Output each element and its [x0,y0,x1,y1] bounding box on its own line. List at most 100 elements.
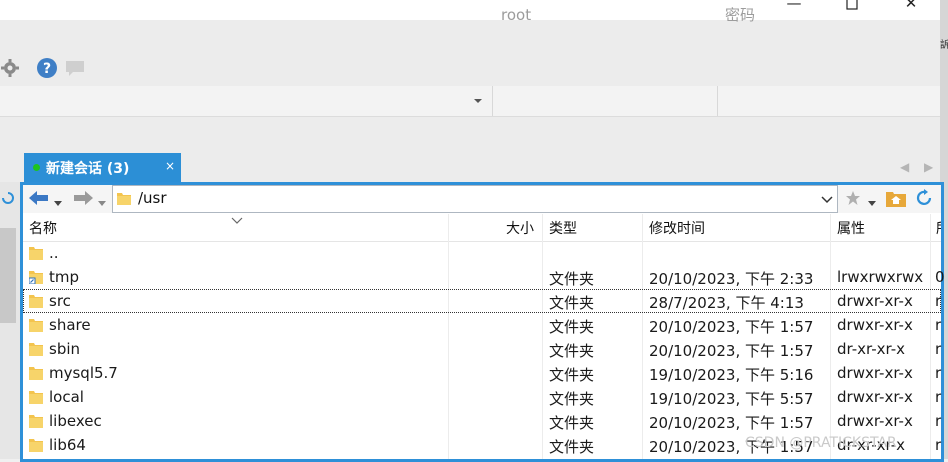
column-header-attributes[interactable]: 属性 [837,218,865,238]
minimize-button[interactable]: — [782,0,806,12]
file-extra: r [935,364,942,382]
forward-history-dropdown-icon[interactable] [98,195,106,211]
file-attributes: drwxr-xr-x [837,412,913,430]
back-arrow-icon[interactable] [28,190,50,210]
file-modified: 19/10/2023, 下午 5:57 [649,390,814,408]
watermark: CSDN @PRATICKSTAR [745,435,897,451]
file-name: local [49,388,84,406]
help-icon[interactable]: ? [36,57,58,83]
file-row[interactable]: tmp 文件夹 20/10/2023, 下午 2:33 lrwxrwxrwx 0 [23,265,945,289]
home-folder-icon[interactable] [886,189,906,211]
file-name: lib64 [49,436,86,454]
file-name: libexec [49,412,102,430]
file-name: mysql5.7 [49,364,118,382]
file-name: .. [49,244,59,262]
path-folder-icon [117,191,131,209]
file-extra: r [935,292,942,310]
file-type: 文件夹 [549,414,595,432]
folder-icon [29,246,43,260]
file-attributes: drwxr-xr-x [837,316,913,334]
file-name: src [49,292,71,310]
file-name: tmp [49,268,80,286]
column-header-type[interactable]: 类型 [549,218,577,238]
folder-icon [29,294,43,308]
folder-icon [29,342,43,356]
column-header-size[interactable]: 大小 [506,218,534,238]
file-row[interactable]: share 文件夹 20/10/2023, 下午 1:57 drwxr-xr-x r [23,313,941,337]
file-row[interactable]: libexec 文件夹 20/10/2023, 下午 1:57 drwxr-xr-x r [23,409,941,433]
file-row[interactable]: mysql5.7 文件夹 19/10/2023, 下午 5:16 drwxr-xr-x… [23,361,941,385]
path-input[interactable] [112,185,838,213]
close-window-button[interactable]: ✕ [899,0,923,12]
file-extra: r [935,340,942,358]
folder-icon [29,390,43,404]
file-row[interactable]: src 文件夹 28/7/2023, 下午 4:13 drwxr-xr-x r [23,289,941,313]
file-attributes: lrwxrwxrwx [837,268,924,286]
field-divider [717,86,718,116]
file-name: share [49,316,91,334]
host-dropdown-icon[interactable] [473,94,483,110]
svg-text:?: ? [43,61,51,77]
left-scrollbar-thumb[interactable] [0,228,16,323]
connection-status-dot [33,164,40,171]
message-icon[interactable] [64,59,86,83]
file-attributes: drwxr-xr-x [837,292,913,310]
file-modified: 20/10/2023, 下午 1:57 [649,318,814,336]
file-attributes: drwxr-xr-x [837,364,913,382]
forward-arrow-icon[interactable] [72,190,94,210]
file-type: 文件夹 [549,294,595,312]
folder-icon [29,414,43,428]
folder-shortcut-icon [28,270,43,285]
folder-icon [29,438,43,452]
file-modified: 19/10/2023, 下午 5:16 [649,366,814,384]
password-field[interactable]: 密码 [725,0,755,30]
file-name: sbin [49,340,81,358]
file-modified: 20/10/2023, 下午 1:57 [649,342,814,360]
tab-scroll-right-icon[interactable]: ▶ [924,160,933,174]
file-row[interactable]: .. [23,241,941,265]
left-refresh-icon[interactable] [0,190,14,210]
file-row[interactable]: local 文件夹 19/10/2023, 下午 5:57 drwxr-xr-x r [23,385,941,409]
toolbar [0,20,940,86]
file-type: 文件夹 [549,342,595,360]
folder-icon [29,366,43,380]
file-modified: 28/7/2023, 下午 4:13 [649,294,804,312]
bookmark-dropdown-icon[interactable] [868,195,876,211]
file-extra: r [935,436,942,454]
path-dropdown-icon[interactable] [821,193,833,209]
folder-icon [29,318,43,332]
username-field[interactable]: root [501,0,531,30]
tab-close-icon[interactable]: × [165,159,175,173]
file-type: 文件夹 [549,318,595,336]
back-history-dropdown-icon[interactable] [54,195,62,211]
field-divider [492,86,493,116]
file-row[interactable]: sbin 文件夹 20/10/2023, 下午 1:57 dr-xr-xr-x r [23,337,941,361]
file-list-header [23,214,941,242]
file-attributes: dr-xr-xr-x [837,340,906,358]
bookmark-star-icon[interactable] [845,190,861,210]
column-header-name[interactable]: 名称 [29,218,57,238]
toolbar-overflow-label: 訴 [940,40,948,51]
login-bar [0,86,940,117]
column-header-extra[interactable]: 所 [936,218,941,238]
tab-scroll-left-icon[interactable]: ◀ [900,160,909,174]
tab-new-session[interactable]: 新建会话 (3) × [24,153,181,182]
file-type: 文件夹 [549,270,595,288]
file-extra: r [935,388,942,406]
sort-indicator-icon [231,212,243,228]
file-type: 文件夹 [549,438,595,456]
tab-label: 新建会话 (3) [46,161,130,177]
file-modified: 20/10/2023, 下午 1:57 [649,414,814,432]
file-attributes: drwxr-xr-x [837,388,913,406]
path-text[interactable]: /usr [138,189,167,207]
column-header-modified[interactable]: 修改时间 [649,218,705,238]
file-modified: 20/10/2023, 下午 2:33 [649,270,814,288]
file-type: 文件夹 [549,366,595,384]
gear-icon[interactable] [0,58,20,82]
file-extra: r [935,316,942,334]
file-extra: 0 [935,268,945,286]
maximize-button[interactable] [840,0,864,14]
file-type: 文件夹 [549,390,595,408]
refresh-icon[interactable] [915,189,935,211]
file-extra: r [935,412,942,430]
